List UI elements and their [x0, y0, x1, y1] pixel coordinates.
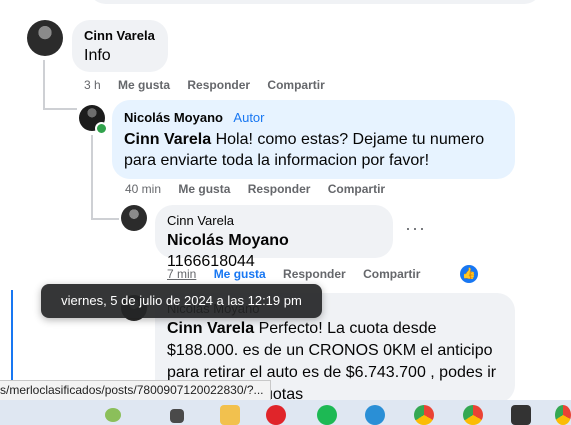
avatar[interactable] [27, 20, 63, 56]
reply-button[interactable]: Responder [283, 267, 346, 281]
thread-line [91, 218, 119, 220]
status-bar-url: s/merloclasificados/posts/78009071200228… [0, 380, 271, 401]
comment-bubble: Cinn Varela Nicolás Moyano 1166618044 [155, 205, 393, 270]
mention-link[interactable]: Cinn Varela [124, 131, 211, 148]
comment-time[interactable]: 3 h [84, 78, 101, 92]
thread-line [43, 60, 45, 110]
comment-actions: 40 min Me gusta Responder Compartir [125, 182, 399, 196]
like-reaction-icon: 👍 [460, 265, 478, 283]
opera-icon[interactable] [266, 405, 286, 425]
reply-indicator [11, 290, 13, 385]
thread-line [91, 135, 93, 220]
more-options-icon[interactable]: ··· [405, 218, 426, 239]
comment-time[interactable]: 40 min [125, 182, 161, 196]
author-badge: Autor [233, 110, 265, 125]
comment-actions: 7 min Me gusta Responder Compartir [167, 267, 434, 281]
like-button[interactable]: Me gusta [214, 267, 266, 281]
chrome-icon[interactable] [414, 405, 434, 425]
previous-bubble-edge [88, 0, 542, 4]
comment-bubble: Nicolás Moyano Autor Cinn Varela Hola! c… [112, 100, 515, 179]
reply-button[interactable]: Responder [187, 78, 250, 92]
file-explorer-icon[interactable] [220, 405, 240, 425]
timestamp-tooltip: viernes, 5 de julio de 2024 a las 12:19 … [41, 284, 322, 318]
edge-icon[interactable] [365, 405, 385, 425]
share-button[interactable]: Compartir [267, 78, 324, 92]
chrome-icon[interactable] [463, 405, 483, 425]
taskbar [0, 400, 571, 425]
weather-icon[interactable] [105, 408, 121, 422]
spotify-icon[interactable] [317, 405, 337, 425]
thread-line [43, 108, 77, 110]
comment-bubble: Cinn Varela Info [72, 20, 168, 72]
app-icon[interactable] [511, 405, 531, 425]
chrome-icon[interactable] [555, 405, 571, 425]
like-button[interactable]: Me gusta [178, 182, 230, 196]
comment-text: Info [84, 47, 111, 64]
reply-button[interactable]: Responder [248, 182, 311, 196]
comment-text: Cinn Varela Hola! como estas? Dejame tu … [124, 129, 503, 171]
comment-author[interactable]: Cinn Varela [167, 213, 381, 228]
share-button[interactable]: Compartir [328, 182, 385, 196]
comment-text: Nicolás Moyano 1166618044 [167, 230, 381, 272]
comment-time[interactable]: 7 min [167, 267, 196, 281]
task-view-icon[interactable] [170, 409, 184, 423]
mention-link[interactable]: Cinn Varela [167, 320, 254, 337]
like-button[interactable]: Me gusta [118, 78, 170, 92]
share-button[interactable]: Compartir [363, 267, 420, 281]
comment-actions: 3 h Me gusta Responder Compartir [84, 78, 339, 92]
online-status-icon [95, 122, 108, 135]
mention-link[interactable]: Nicolás Moyano [167, 232, 289, 249]
avatar[interactable] [121, 205, 147, 231]
comment-author[interactable]: Nicolás Moyano [124, 110, 223, 125]
comment-author[interactable]: Cinn Varela [84, 28, 156, 43]
